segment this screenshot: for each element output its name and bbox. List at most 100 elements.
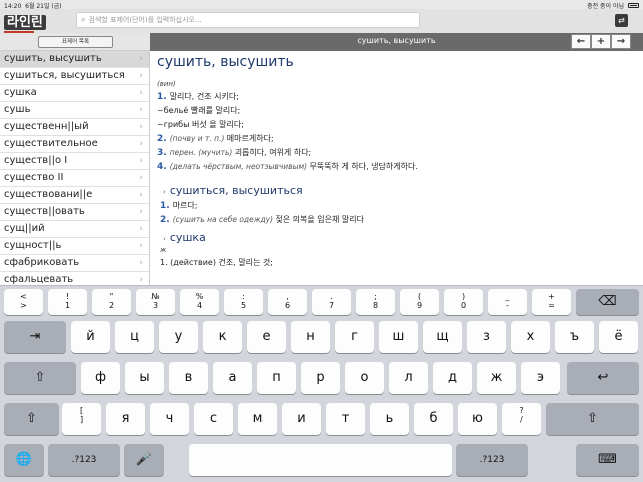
symbol-key[interactable]: :5 [224,289,263,315]
word-list-item[interactable]: сушить, высушить › [0,51,149,68]
chevron-right-icon: › [139,105,143,115]
letter-key[interactable]: ы [125,362,164,394]
word-list-item[interactable]: сфабриковать › [0,255,149,272]
sense-text: ~бельё 빨래를 말리다; [157,106,241,115]
delete-icon[interactable]: ⌫ [576,289,639,315]
letter-key[interactable]: з [467,321,506,353]
keyboard-hide-icon[interactable]: ⌨ [576,444,639,476]
letter-key[interactable]: е [247,321,286,353]
forward-arrow-icon[interactable]: → [611,34,631,49]
word-list-label: существ||овать [4,206,85,217]
search-box[interactable]: ⌕ [76,12,420,28]
letter-key[interactable]: б [414,403,453,435]
symbol-key[interactable]: № 3 [136,289,175,315]
word-list-item[interactable]: сфальцевать › [0,272,149,285]
letter-key[interactable]: г [335,321,374,353]
numbers-key[interactable]: .?123 [456,444,528,476]
letter-key[interactable]: ч [150,403,189,435]
word-list: сушить, высушить › сушиться, высушиться › су… [0,51,150,285]
letter-key[interactable]: ф [81,362,120,394]
sense-line: 2. (почву и т. п.) 메마르게하다; [157,133,643,144]
shift-icon[interactable]: ⇧ [546,403,639,435]
add-bookmark-button[interactable]: + [591,34,611,49]
letter-key[interactable]: ь [370,403,409,435]
sub-entry-heading[interactable]: › сушка [163,231,643,244]
sense-line: 1. (действие) 건조, 말리는 것; [160,258,273,267]
word-list-item[interactable]: существительное › [0,136,149,153]
back-arrow-icon[interactable]: ← [571,34,591,49]
letter-key[interactable]: м [238,403,277,435]
symbol-key[interactable]: (9 [400,289,439,315]
shift-icon[interactable]: ⇧ [4,362,76,394]
search-input[interactable] [88,16,409,24]
word-list-item[interactable]: сушь › [0,102,149,119]
sense-text: 괴롭히다, 여위게 하다; [234,148,312,157]
word-list-item[interactable]: существ||овать › [0,204,149,221]
word-list-item[interactable]: сущност||ь › [0,238,149,255]
letter-key[interactable]: и [282,403,321,435]
letter-key[interactable]: ю [458,403,497,435]
symbol-key[interactable]: + = [532,289,571,315]
letter-key[interactable]: ё [599,321,638,353]
word-list-item[interactable]: существ||о I › [0,153,149,170]
letter-key[interactable]: ц [115,321,154,353]
sense-number: 1. [160,201,170,211]
swap-icon[interactable]: ⇄ [615,14,628,27]
symbol-key[interactable]: ; 8 [356,289,395,315]
numbers-key[interactable]: .?123 [48,444,120,476]
entry-header: сушить, высушить ← + → [150,33,643,51]
word-list-item[interactable]: существовани||е › [0,187,149,204]
letter-key[interactable]: п [257,362,296,394]
letter-key[interactable]: й [71,321,110,353]
letter-key[interactable]: к [203,321,242,353]
letter-key[interactable]: в [169,362,208,394]
letter-key[interactable]: т [326,403,365,435]
letter-key[interactable]: э [521,362,560,394]
symbol-key[interactable]: .7 [312,289,351,315]
symbol-key[interactable]: _ - [488,289,527,315]
word-list-item[interactable]: существо II › [0,170,149,187]
letter-key[interactable]: ъ [555,321,594,353]
letter-key[interactable]: ш [379,321,418,353]
globe-icon[interactable]: 🌐 [4,444,44,476]
letter-key[interactable]: н [291,321,330,353]
word-list-item[interactable]: сушиться, высушиться › [0,68,149,85]
question-key[interactable]: ? / [502,403,541,435]
letter-key[interactable]: л [389,362,428,394]
word-list-item[interactable]: существенн||ый › [0,119,149,136]
mic-icon[interactable]: 🎤 [124,444,164,476]
letter-key[interactable]: д [433,362,472,394]
letter-key[interactable]: р [301,362,340,394]
word-list-button[interactable]: 표제어 목록 [38,36,113,48]
letter-key[interactable]: а [213,362,252,394]
letter-key[interactable]: х [511,321,550,353]
symbol-key[interactable]: ,6 [268,289,307,315]
letter-key[interactable]: ж [477,362,516,394]
word-list-item[interactable]: сущ||ий › [0,221,149,238]
tab-icon[interactable]: ⇥ [4,321,66,353]
letter-key[interactable]: у [159,321,198,353]
sub-entry-heading[interactable]: › сушиться, высушиться [163,184,643,197]
letter-key[interactable]: щ [423,321,462,353]
usage-note: (делать чёрствым, неотзывчивым) [169,162,310,171]
bracket-key[interactable]: [] [62,403,101,435]
letter-key[interactable]: я [106,403,145,435]
return-icon[interactable]: ↩ [567,362,639,394]
sense-text: 무뚝뚝하 게 하다, 냉담하게하다. [309,162,418,171]
sense-line: ~бельё 빨래를 말리다; [157,105,643,116]
word-list-label: сфальцевать [4,274,74,285]
sense-line: ~грибы 버섯 을 말리다; [157,119,643,130]
shift-icon[interactable]: ⇧ [4,403,59,435]
chevron-right-icon: › [139,258,143,268]
sense-text: 마르다; [172,201,198,210]
space-bar[interactable] [189,444,452,476]
word-list-item[interactable]: сушка › [0,85,149,102]
letter-key[interactable]: с [194,403,233,435]
symbol-key[interactable]: < > [4,289,43,315]
symbol-key[interactable]: " 2 [92,289,131,315]
chevron-right-icon: › [139,71,143,81]
symbol-key[interactable]: % 4 [180,289,219,315]
symbol-key[interactable]: ) 0 [444,289,483,315]
letter-key[interactable]: о [345,362,384,394]
symbol-key[interactable]: ! 1 [48,289,87,315]
